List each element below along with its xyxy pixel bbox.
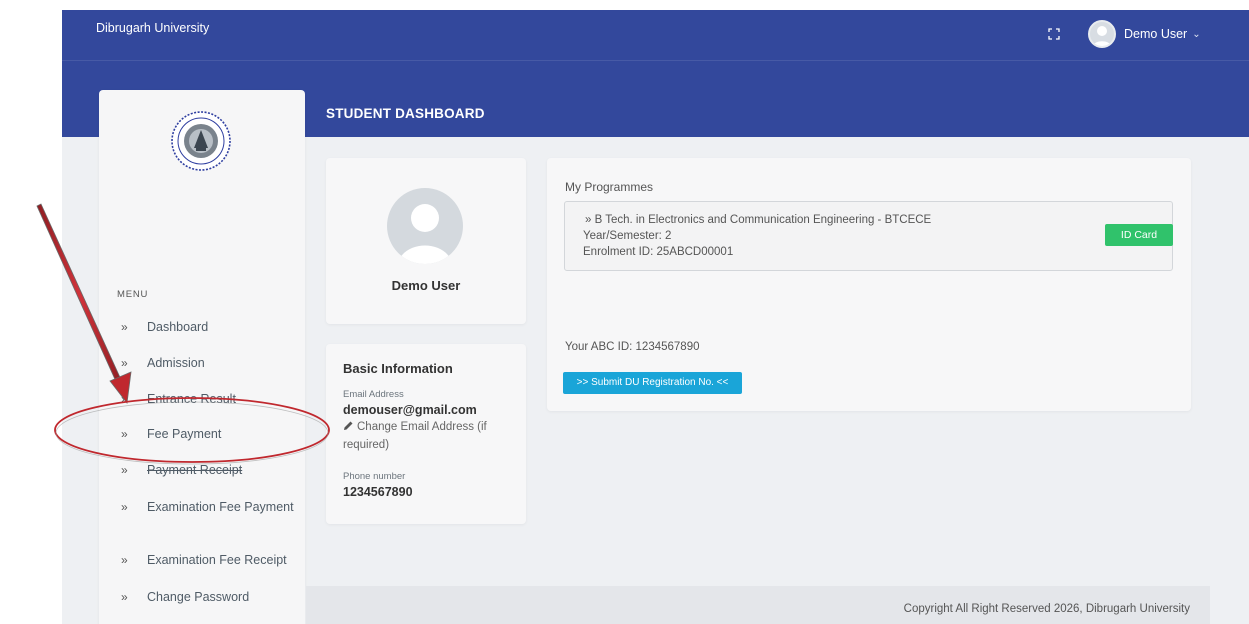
change-email-text: Change Email Address (if required) <box>343 421 487 451</box>
sidebar-item-examination-fee-payment[interactable]: » Examination Fee Payment <box>99 497 305 517</box>
double-chevron-right-icon: » <box>121 427 128 441</box>
profile-card: Demo User <box>326 158 526 324</box>
sidebar-item-label: Payment Receipt <box>147 463 243 477</box>
phone-label: Phone number <box>343 471 406 482</box>
sidebar-item-payment-receipt[interactable]: » Payment Receipt <box>99 461 305 480</box>
basic-info-card: Basic Information Email Address demouser… <box>326 344 526 524</box>
double-chevron-right-icon: » <box>121 500 128 514</box>
email-label: Email Address <box>343 389 404 400</box>
sidebar-item-label: Entrance Result <box>147 392 236 406</box>
fullscreen-icon[interactable] <box>1047 27 1061 41</box>
sidebar-item-examination-fee-receipt[interactable]: » Examination Fee Receipt <box>99 551 305 570</box>
university-logo <box>171 111 231 171</box>
profile-avatar <box>387 188 463 264</box>
sidebar-item-label: Admission <box>147 356 205 370</box>
sidebar-item-dashboard[interactable]: » Dashboard <box>99 318 305 337</box>
abc-id: Your ABC ID: 1234567890 <box>565 341 700 353</box>
submit-registration-button[interactable]: >> Submit DU Registration No. << <box>563 372 742 394</box>
profile-name: Demo User <box>391 278 461 293</box>
sidebar-item-entrance-result[interactable]: » Entrance Result <box>99 390 305 409</box>
user-menu[interactable]: Demo User ⌄ <box>1088 18 1201 50</box>
double-chevron-right-icon: » <box>121 356 128 370</box>
footer-copyright: Copyright All Right Reserved 2026, Dibru… <box>903 603 1190 615</box>
chevron-down-icon: ⌄ <box>1192 28 1201 40</box>
programmes-heading: My Programmes <box>565 180 654 194</box>
double-chevron-right-icon: » <box>121 463 128 477</box>
basic-info-title: Basic Information <box>343 361 453 376</box>
pencil-icon <box>344 421 353 430</box>
sidebar-item-label: Dashboard <box>147 320 209 334</box>
email-value: demouser@gmail.com <box>343 403 477 417</box>
double-chevron-right-icon: » <box>121 590 128 604</box>
app-window: Dibrugarh University Demo User ⌄ STUDENT… <box>62 10 1249 624</box>
enrolment-id: Enrolment ID: 25ABCD00001 <box>583 246 734 258</box>
sidebar-item-admission[interactable]: » Admission <box>99 354 305 373</box>
footer: Copyright All Right Reserved 2026, Dibru… <box>306 586 1210 624</box>
programme-name: » B Tech. in Electronics and Communicati… <box>585 214 932 226</box>
change-email-link[interactable]: Change Email Address (if required) <box>343 418 513 454</box>
programme-entry: » B Tech. in Electronics and Communicati… <box>564 201 1173 271</box>
sidebar: MENU » Dashboard » Admission » Entrance Res… <box>99 90 305 624</box>
page-title: STUDENT DASHBOARD <box>326 106 485 121</box>
user-avatar <box>1088 20 1116 48</box>
id-card-button[interactable]: ID Card <box>1105 224 1173 246</box>
double-chevron-right-icon: » <box>121 392 128 406</box>
sidebar-item-change-password[interactable]: » Change Password <box>99 588 305 607</box>
sidebar-item-label: Change Password <box>147 590 250 604</box>
user-name: Demo User <box>1124 27 1188 41</box>
sidebar-item-fee-payment[interactable]: » Fee Payment <box>99 425 305 444</box>
brand-name[interactable]: Dibrugarh University <box>96 21 209 35</box>
sidebar-item-label: Fee Payment <box>147 427 222 441</box>
phone-value: 1234567890 <box>343 485 413 499</box>
menu-title: MENU <box>117 289 149 300</box>
sidebar-item-label: Examination Fee Receipt <box>147 553 287 567</box>
double-chevron-right-icon: » <box>121 553 128 567</box>
year-semester: Year/Semester: 2 <box>583 230 672 242</box>
programmes-card: My Programmes » B Tech. in Electronics a… <box>547 158 1191 411</box>
sidebar-item-label: Examination Fee Payment <box>147 500 294 514</box>
double-chevron-right-icon: » <box>121 320 128 334</box>
